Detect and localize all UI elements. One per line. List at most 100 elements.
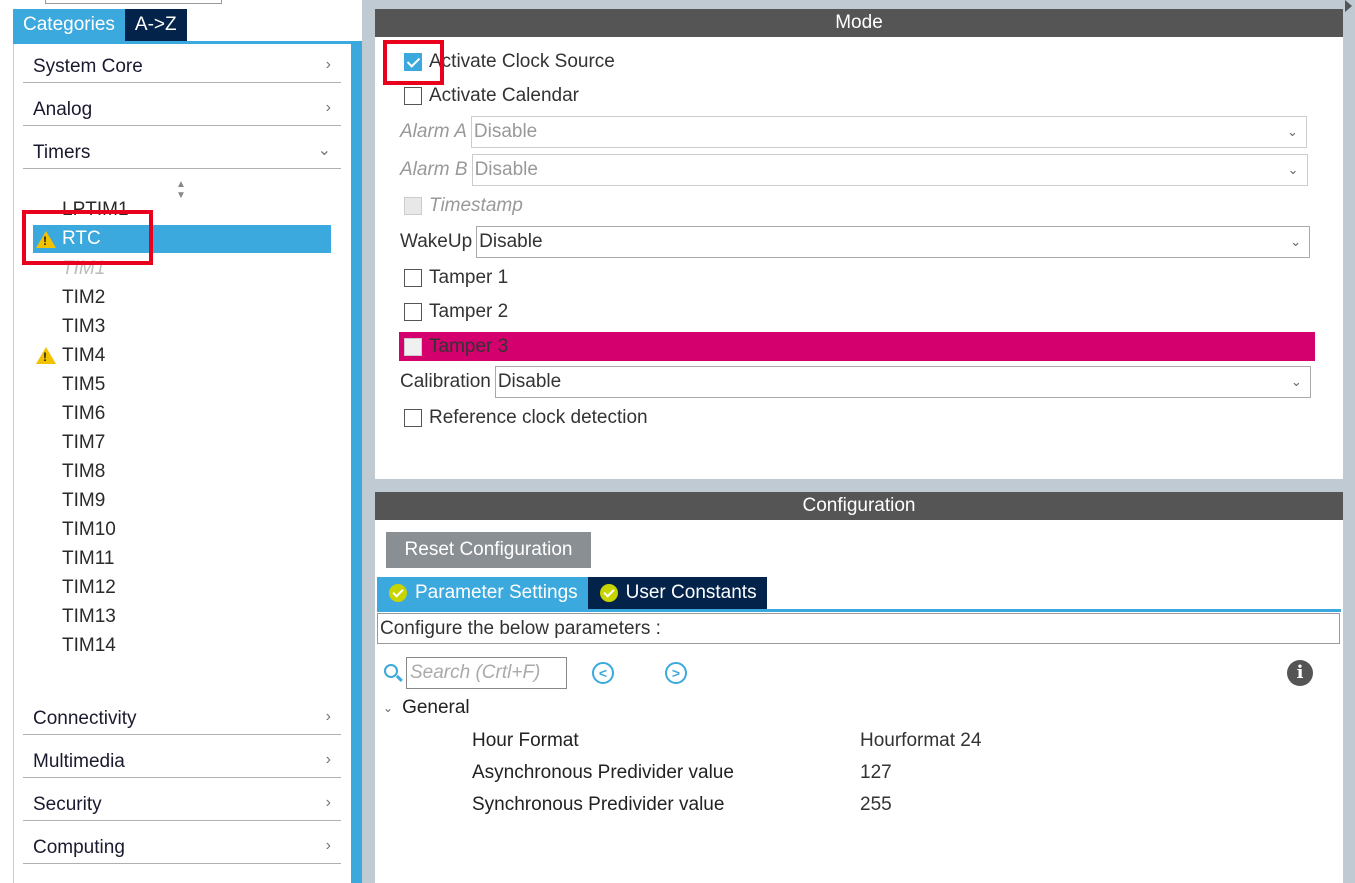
timer-item-tim3[interactable]: TIM3	[62, 312, 105, 341]
timer-item-tim14[interactable]: TIM14	[62, 631, 116, 660]
scrollbar[interactable]	[351, 44, 362, 883]
highlight-box-clock-source	[383, 40, 444, 85]
timer-item-tim5[interactable]: TIM5	[62, 370, 105, 399]
wakeup-label: WakeUp	[400, 231, 473, 252]
alarm-a-label: Alarm A	[400, 121, 467, 142]
param-name: Hour Format	[472, 730, 579, 751]
timer-item-tim4[interactable]: TIM4	[62, 341, 105, 370]
timer-item-tim10[interactable]: TIM10	[62, 515, 116, 544]
activate-clock-source-label: Activate Clock Source	[429, 51, 615, 72]
category-tabs: Categories A->Z	[13, 9, 187, 41]
tamper1-row[interactable]: Tamper 1	[404, 267, 508, 289]
ref-clock-checkbox[interactable]	[404, 409, 422, 427]
chevron-down-icon: ⌄	[1290, 234, 1302, 249]
category-label: Timers	[33, 142, 91, 163]
wakeup-select[interactable]: Disable ⌄	[476, 226, 1311, 258]
tab-label: Parameter Settings	[415, 582, 578, 603]
category-system-core[interactable]: System Core ›	[23, 40, 341, 83]
tamper3-row[interactable]: Tamper 3	[399, 332, 1315, 361]
chevron-right-icon: ›	[325, 708, 331, 725]
warning-icon	[36, 347, 56, 364]
check-circle-icon	[389, 584, 407, 602]
tamper1-checkbox[interactable]	[404, 269, 422, 287]
activate-calendar-label: Activate Calendar	[429, 85, 579, 106]
expand-arrow-icon[interactable]	[1345, 0, 1352, 12]
category-label: Analog	[33, 99, 93, 120]
alarm-b-label: Alarm B	[400, 159, 468, 180]
wakeup-row: WakeUp Disable ⌄	[400, 226, 1311, 258]
chevron-down-icon: ⌄	[1287, 162, 1299, 177]
alarm-a-value: Disable	[473, 121, 538, 142]
previous-match-icon[interactable]: <	[592, 662, 614, 684]
timer-item-tim7[interactable]: TIM7	[62, 428, 105, 457]
timer-item-tim12[interactable]: TIM12	[62, 573, 116, 602]
ref-clock-label: Reference clock detection	[429, 407, 648, 428]
alarm-b-value: Disable	[474, 159, 538, 180]
category-security[interactable]: Security ›	[23, 778, 341, 821]
category-connectivity[interactable]: Connectivity ›	[23, 692, 341, 735]
category-multimedia[interactable]: Multimedia ›	[23, 735, 341, 778]
right-edge	[1343, 0, 1355, 883]
next-match-icon[interactable]: >	[665, 662, 687, 684]
calibration-value: Disable	[497, 371, 562, 392]
activate-calendar-checkbox[interactable]	[404, 87, 422, 105]
category-label: Connectivity	[33, 708, 137, 729]
tab-parameter-settings[interactable]: Parameter Settings	[377, 577, 588, 609]
chevron-down-icon: ⌄	[1290, 374, 1302, 389]
timer-item-tim9[interactable]: TIM9	[62, 486, 105, 515]
wakeup-value: Disable	[479, 231, 543, 252]
tamper2-checkbox[interactable]	[404, 303, 422, 321]
timestamp-label: Timestamp	[429, 195, 523, 216]
chevron-down-icon: ⌄	[317, 142, 331, 159]
timer-item-tim8[interactable]: TIM8	[62, 457, 105, 486]
sort-icon[interactable]: ▲ ▼	[176, 179, 186, 201]
tab-categories[interactable]: Categories	[13, 9, 125, 41]
tamper3-checkbox[interactable]	[404, 337, 422, 356]
timestamp-checkbox[interactable]	[404, 197, 422, 215]
timer-item-tim13[interactable]: TIM13	[62, 602, 116, 631]
reset-configuration-button[interactable]: Reset Configuration	[386, 532, 591, 568]
left-panel: Categories A->Z System Core › Analog › T…	[0, 0, 362, 883]
param-value[interactable]: 255	[860, 794, 892, 816]
tab-underline	[377, 609, 1341, 612]
highlight-box-rtc	[22, 210, 153, 265]
info-icon[interactable]: i	[1287, 660, 1313, 686]
chevron-down-icon: ⌄	[383, 701, 394, 715]
category-timers[interactable]: Timers ⌄	[23, 126, 341, 169]
category-computing[interactable]: Computing ›	[23, 821, 341, 864]
timer-item-tim2[interactable]: TIM2	[62, 283, 105, 312]
chevron-down-icon: ⌄	[1286, 124, 1298, 139]
param-name: Asynchronous Predivider value	[472, 762, 734, 783]
timestamp-row[interactable]: Timestamp	[404, 195, 523, 217]
configuration-tabs: Parameter Settings User Constants	[377, 577, 767, 609]
category-label: Security	[33, 794, 102, 815]
group-general[interactable]: ⌄ General	[383, 697, 470, 719]
search-icon	[384, 664, 398, 678]
category-label: Computing	[33, 837, 125, 858]
search-input[interactable]: Search (Crtl+F)	[406, 657, 567, 689]
tamper1-label: Tamper 1	[429, 267, 509, 288]
chevron-right-icon: ›	[325, 751, 331, 768]
config-description: Configure the below parameters :	[377, 613, 1340, 644]
ref-clock-row[interactable]: Reference clock detection	[404, 407, 648, 429]
alarm-b-row: Alarm B Disable ⌄	[400, 154, 1308, 186]
mode-header: Mode	[375, 9, 1343, 37]
timer-item-tim11[interactable]: TIM11	[62, 544, 114, 573]
tamper2-label: Tamper 2	[429, 301, 509, 322]
param-value[interactable]: Hourformat 24	[860, 730, 981, 752]
alarm-a-select[interactable]: Disable ⌄	[470, 116, 1307, 148]
activate-calendar-row[interactable]: Activate Calendar	[404, 85, 579, 107]
calibration-select[interactable]: Disable ⌄	[494, 366, 1311, 398]
search-box-edge[interactable]	[45, 0, 222, 4]
tamper2-row[interactable]: Tamper 2	[404, 301, 508, 323]
timer-item-tim6[interactable]: TIM6	[62, 399, 105, 428]
tab-user-constants[interactable]: User Constants	[587, 577, 767, 609]
chevron-right-icon: ›	[325, 99, 331, 116]
chevron-right-icon: ›	[325, 794, 331, 811]
tab-a-z[interactable]: A->Z	[124, 9, 187, 41]
alarm-b-select[interactable]: Disable ⌄	[471, 154, 1308, 186]
param-value[interactable]: 127	[860, 762, 892, 784]
tamper3-label: Tamper 3	[429, 335, 509, 357]
group-label: General	[402, 697, 470, 718]
category-analog[interactable]: Analog ›	[23, 83, 341, 126]
